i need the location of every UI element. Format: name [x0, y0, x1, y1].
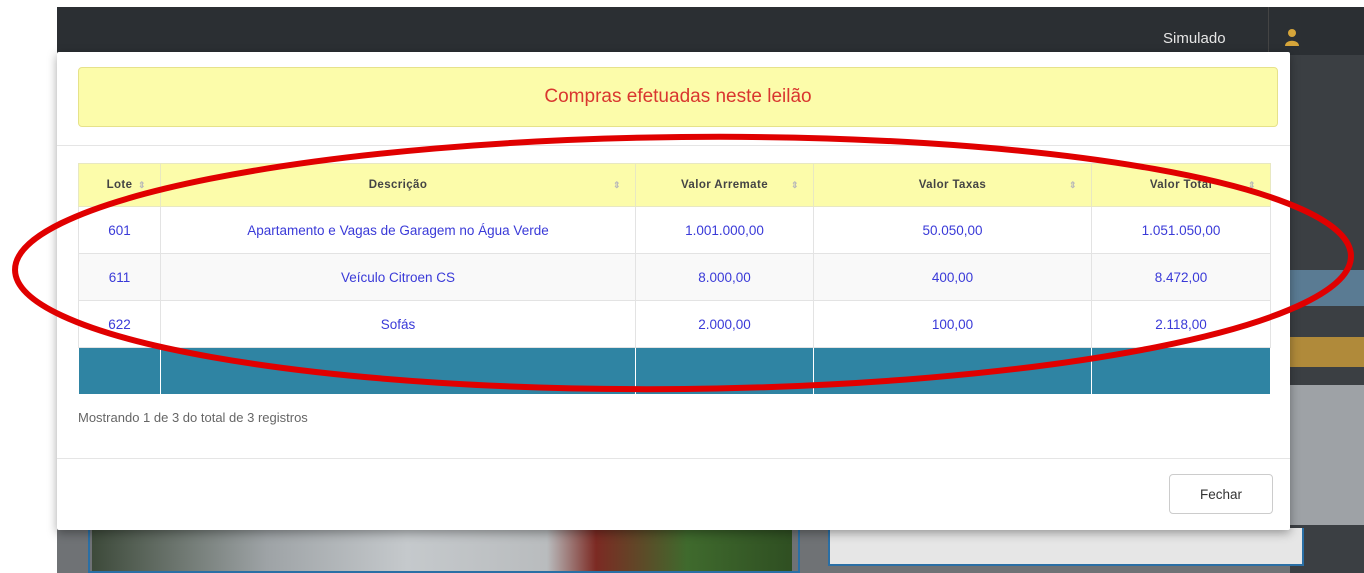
cell-descricao[interactable]: Veículo Citroen CS — [160, 253, 636, 301]
sort-icon: ⇕ — [1248, 180, 1256, 190]
footer-cell — [78, 347, 161, 395]
cell-valor-arremate: 2.000,00 — [635, 300, 814, 348]
cell-descricao[interactable]: Apartamento e Vagas de Garagem no Água V… — [160, 206, 636, 254]
background-panel-blue — [1290, 270, 1364, 306]
sort-icon: ⇕ — [613, 180, 621, 190]
table-row[interactable]: 611 Veículo Citroen CS 8.000,00 400,00 8… — [78, 253, 1271, 301]
modal-header-alert: Compras efetuadas neste leilão — [78, 67, 1278, 127]
cell-descricao[interactable]: Sofás — [160, 300, 636, 348]
column-header-valor-arremate[interactable]: Valor Arremate ⇕ — [635, 163, 814, 207]
table-row[interactable]: 601 Apartamento e Vagas de Garagem no Ág… — [78, 206, 1271, 254]
cell-valor-total: 1.051.050,00 — [1091, 206, 1271, 254]
column-header-descricao[interactable]: Descrição ⇕ — [160, 163, 636, 207]
sort-icon: ⇕ — [138, 180, 146, 190]
purchases-table-wrapper: Lote ⇕ Descrição ⇕ Valor Arremate ⇕ Valor T… — [78, 163, 1271, 395]
cell-valor-taxas: 400,00 — [813, 253, 1092, 301]
footer-cell — [813, 347, 1092, 395]
table-info: Mostrando 1 de 3 do total de 3 registros — [78, 410, 308, 425]
cell-valor-arremate: 1.001.000,00 — [635, 206, 814, 254]
table-header-row: Lote ⇕ Descrição ⇕ Valor Arremate ⇕ Valor T… — [78, 163, 1271, 207]
modal-footer-divider — [57, 458, 1290, 459]
cell-valor-taxas: 100,00 — [813, 300, 1092, 348]
column-header-valor-total[interactable]: Valor Total ⇕ — [1091, 163, 1271, 207]
background-photo-frame — [88, 528, 800, 573]
purchases-table: Lote ⇕ Descrição ⇕ Valor Arremate ⇕ Valor T… — [78, 163, 1271, 395]
purchases-modal: Compras efetuadas neste leilão Lote ⇕ Des… — [57, 52, 1290, 530]
table-footer-row — [78, 347, 1271, 395]
modal-title: Compras efetuadas neste leilão — [544, 86, 812, 107]
cell-valor-taxas: 50.050,00 — [813, 206, 1092, 254]
modal-header-divider — [57, 145, 1290, 146]
sort-icon: ⇕ — [791, 180, 799, 190]
cell-valor-total: 2.118,00 — [1091, 300, 1271, 348]
background-panel-grey — [1290, 385, 1364, 525]
footer-cell — [635, 347, 814, 395]
footer-cell — [1091, 347, 1271, 395]
cell-valor-arremate: 8.000,00 — [635, 253, 814, 301]
footer-cell — [160, 347, 636, 395]
column-header-valor-taxas[interactable]: Valor Taxas ⇕ — [813, 163, 1092, 207]
navbar-user-label[interactable]: Simulado — [1163, 30, 1226, 47]
cell-lote[interactable]: 611 — [78, 253, 161, 301]
table-row[interactable]: 622 Sofás 2.000,00 100,00 2.118,00 — [78, 300, 1271, 348]
navbar-divider — [1268, 7, 1269, 55]
cell-lote[interactable]: 601 — [78, 206, 161, 254]
background-info-panel — [828, 528, 1304, 566]
close-button[interactable]: Fechar — [1169, 474, 1273, 514]
user-icon[interactable] — [1285, 28, 1299, 46]
cell-valor-total: 8.472,00 — [1091, 253, 1271, 301]
sort-icon: ⇕ — [1069, 180, 1077, 190]
cell-lote[interactable]: 622 — [78, 300, 161, 348]
column-header-lote[interactable]: Lote ⇕ — [78, 163, 161, 207]
background-panel-orange — [1290, 337, 1364, 367]
